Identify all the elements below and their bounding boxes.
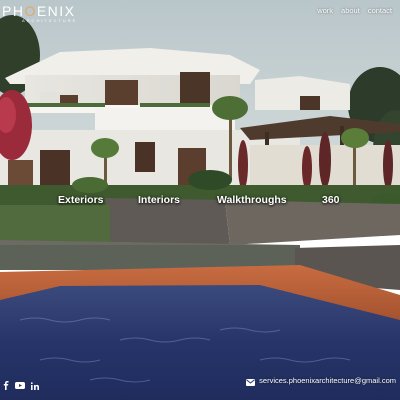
facebook-icon[interactable]	[3, 381, 9, 390]
category-links: Exteriors Interiors Walkthroughs 360	[0, 194, 400, 208]
brand-name: PHOENIX	[2, 3, 76, 19]
category-interiors[interactable]: Interiors	[138, 194, 180, 206]
category-exteriors[interactable]: Exteriors	[58, 194, 104, 206]
youtube-icon[interactable]	[15, 382, 25, 389]
nav-contact[interactable]: contact	[368, 6, 392, 15]
brand-logo[interactable]: PHOENIX ARCHITECTURE	[2, 4, 77, 23]
footer-email[interactable]: services.phoenixarchitecture@gmail.com	[246, 371, 396, 390]
linkedin-icon[interactable]	[31, 381, 39, 390]
nav-about[interactable]: about	[341, 6, 360, 15]
top-nav: work about contact	[317, 6, 392, 15]
brand-tagline: ARCHITECTURE	[22, 18, 78, 23]
mail-icon	[246, 371, 256, 390]
category-walkthroughs[interactable]: Walkthroughs	[217, 194, 287, 206]
email-address[interactable]: services.phoenixarchitecture@gmail.com	[259, 376, 396, 385]
nav-work[interactable]: work	[317, 6, 333, 15]
category-360[interactable]: 360	[322, 194, 340, 206]
social-links	[3, 381, 39, 390]
